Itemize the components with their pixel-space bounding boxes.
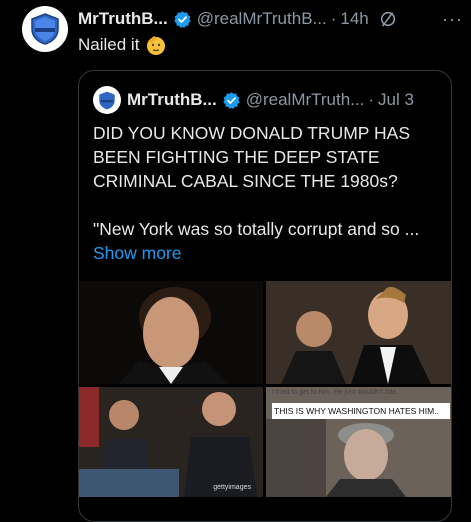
meme-caption: THIS IS WHY WASHINGTON HATES HIM..	[272, 403, 450, 419]
timestamp[interactable]: 14h	[340, 9, 368, 29]
shield-logo-icon	[99, 91, 115, 109]
tweet-text: Nailed it	[78, 34, 167, 56]
quoted-line-2: BEEN FIGHTING THE DEEP STATE	[93, 147, 380, 167]
quoted-tweet[interactable]: MrTruthB... @realMrTruth... · Jul 3 DID …	[78, 70, 452, 522]
press-conference-photo	[79, 387, 263, 497]
shield-logo-icon	[31, 13, 59, 45]
quoted-timestamp[interactable]: Jul 3	[378, 90, 414, 110]
tweet-body: Nailed it	[78, 35, 140, 54]
show-more-link[interactable]: Show more	[93, 241, 441, 265]
portrait-photo	[119, 287, 229, 384]
quoted-line-4: "New York was so totally corrupt and so …	[93, 219, 420, 239]
separator-dot: ·	[368, 90, 375, 109]
media-image-4[interactable]: I tried to get to him. He just wouldn't …	[266, 387, 451, 497]
verified-badge-icon	[173, 10, 191, 28]
media-image-3[interactable]: gettyimages	[79, 387, 263, 497]
more-options-icon[interactable]: ···	[442, 9, 463, 30]
verified-badge-icon	[222, 91, 240, 109]
quoted-avatar[interactable]	[93, 86, 121, 114]
media-image-2[interactable]	[266, 281, 451, 384]
saluting-face-emoji-icon	[147, 36, 166, 55]
separator-dot: ·	[330, 9, 337, 28]
two-men-photo	[266, 281, 451, 384]
watermark-text: gettyimages	[213, 484, 251, 491]
author-handle[interactable]: @realMrTruthB...	[197, 9, 327, 29]
grok-icon[interactable]	[379, 10, 397, 28]
tweet-header: MrTruthB... @realMrTruthB... · 14h ···	[78, 8, 463, 30]
avatar[interactable]	[22, 6, 68, 52]
media-image-1[interactable]	[79, 281, 263, 384]
quoted-tweet-header: MrTruthB... @realMrTruth... · Jul 3	[93, 86, 441, 114]
quoted-tweet-text: DID YOU KNOW DONALD TRUMP HAS BEEN FIGHT…	[93, 121, 441, 265]
quoted-author-name[interactable]: MrTruthB...	[127, 90, 217, 110]
author-name[interactable]: MrTruthB...	[78, 9, 168, 29]
quoted-line-3: CRIMINAL CABAL SINCE THE 1980s?	[93, 171, 398, 191]
faded-caption-text: I tried to get to him. He just wouldn't …	[272, 389, 399, 396]
quoted-line-1: DID YOU KNOW DONALD TRUMP HAS	[93, 123, 410, 143]
quoted-author-handle[interactable]: @realMrTruth...	[246, 90, 365, 110]
media-grid: gettyimages I tried to get to him. He ju…	[79, 281, 451, 521]
